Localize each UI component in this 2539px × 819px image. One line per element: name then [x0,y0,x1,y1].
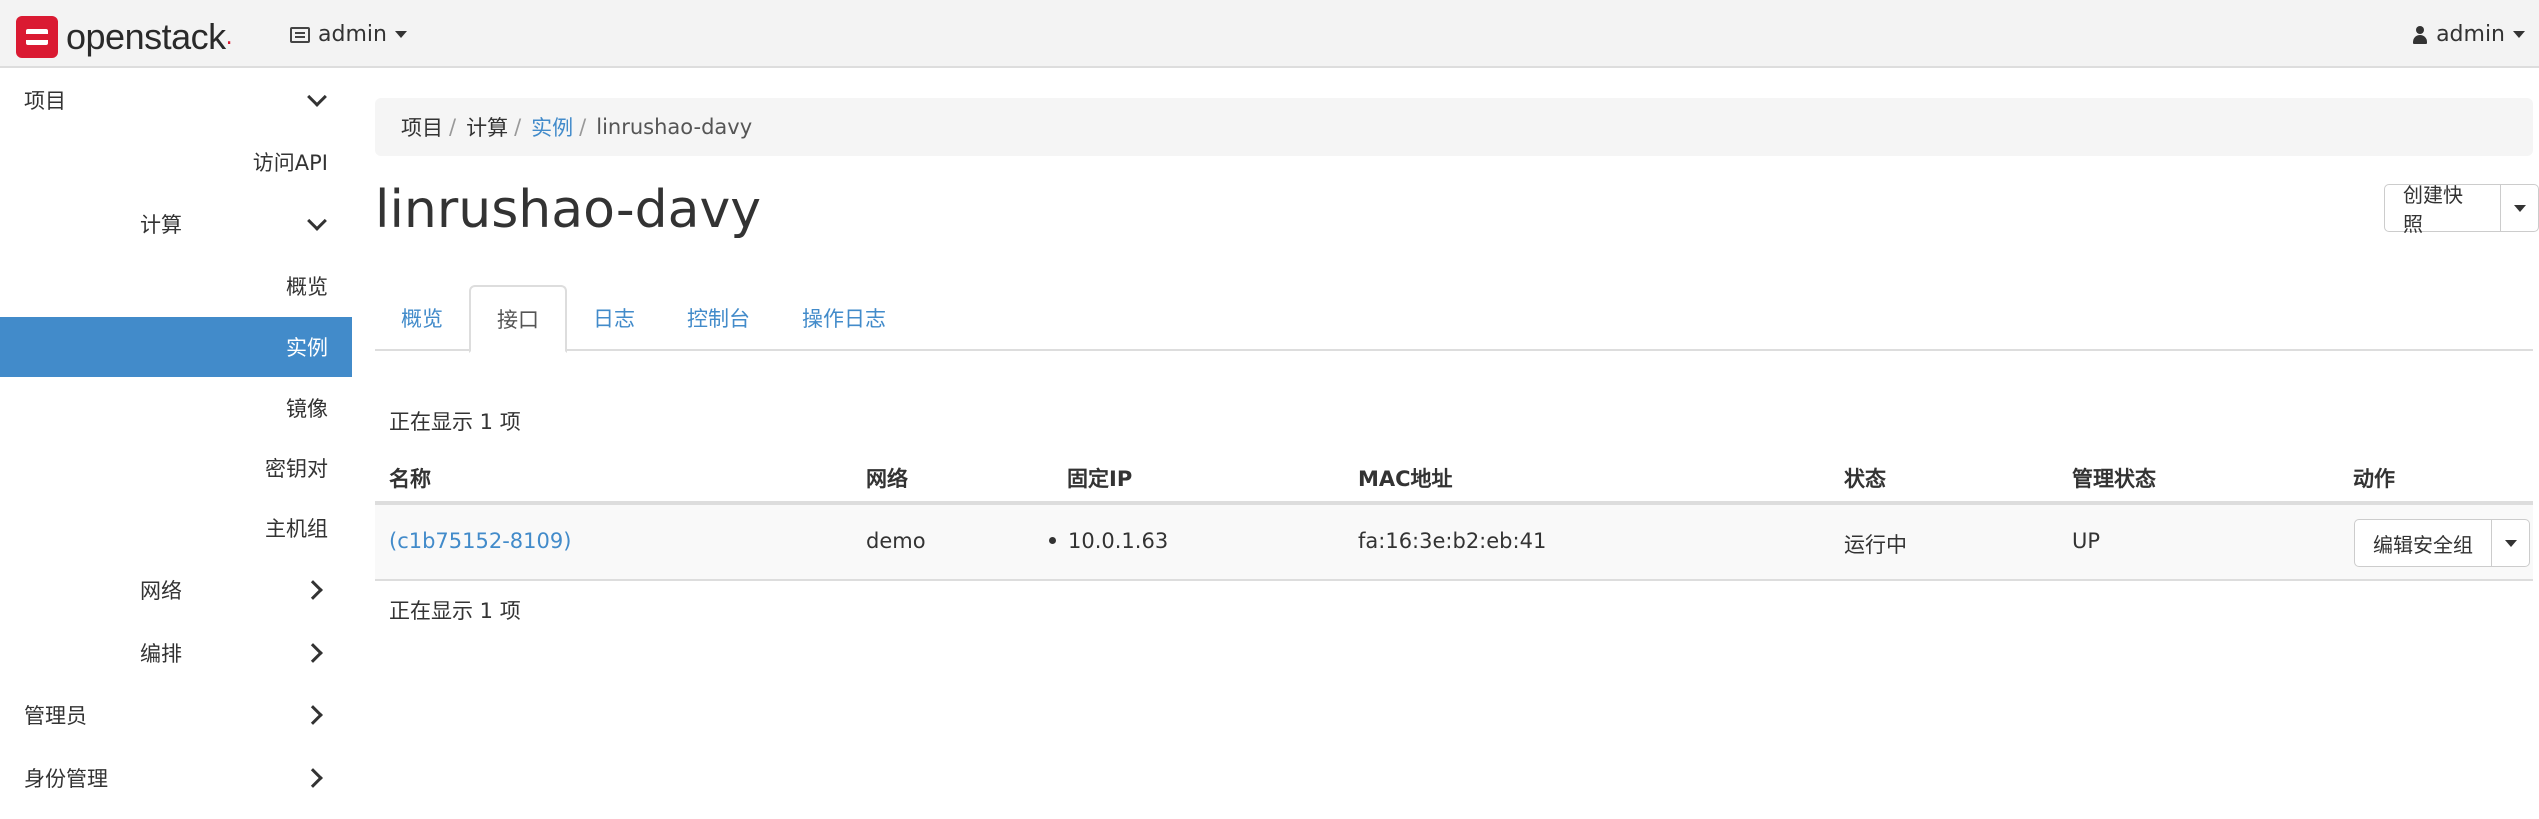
breadcrumb-item-instances[interactable]: 实例 [531,112,573,142]
breadcrumb-item-compute: 计算 [466,116,509,140]
column-header-name[interactable]: 名称 [389,463,431,493]
port-name-link[interactable]: (c1b75152-8109) [389,529,571,553]
breadcrumb-separator: / [514,115,522,139]
sidebar-item-identity[interactable]: 身份管理 [0,748,352,808]
page-title: linrushao-davy [375,180,762,240]
instance-tabs: 概览 接口 日志 控制台 操作日志 [375,285,2533,353]
logo-dot: . [225,24,233,50]
project-list-icon [290,26,310,43]
column-header-status[interactable]: 状态 [1844,463,1886,493]
chevron-down-icon [307,87,327,107]
fixed-ip-cell: 10.0.1.63 [1049,529,1168,553]
caret-down-icon [2513,204,2526,212]
sidebar-item-key-pairs[interactable]: 密钥对 [0,438,352,498]
edit-security-groups-button[interactable]: 编辑安全组 [2354,519,2492,567]
chevron-right-icon [303,768,323,788]
network-cell: demo [866,529,926,553]
sidebar-item-label: 身份管理 [24,767,108,791]
chevron-right-icon [303,643,323,663]
sidebar-item-project[interactable]: 项目 [0,70,352,130]
column-header-actions: 动作 [2353,467,2395,491]
sidebar-item-instances[interactable]: 实例 [0,317,352,377]
breadcrumb-item-project: 项目 [401,116,443,140]
table-header: 名称 网络 固定IP MAC地址 状态 管理状态 动作 [375,455,2533,505]
sidebar-item-label: 编排 [140,642,182,666]
create-snapshot-button-group: 创建快照 [2384,183,2539,236]
column-header-fixed-ip[interactable]: 固定IP [1067,463,1132,493]
table-row: (c1b75152-8109) demo 10.0.1.63 fa:16:3e:… [375,505,2533,581]
project-dropdown[interactable]: admin [290,22,407,47]
logo-text: openstack [66,16,226,57]
sidebar-item-label: 实例 [286,336,328,360]
project-dropdown-label: admin [318,22,387,47]
chevron-down-icon [307,211,327,231]
row-actions-toggle[interactable] [2492,519,2530,567]
sidebar-item-label: 管理员 [24,704,87,728]
top-navbar: openstack. admin admin [0,0,2539,68]
breadcrumb-item-current: linrushao-davy [596,115,753,139]
openstack-logo-icon [16,16,58,58]
chevron-right-icon [303,705,323,725]
caret-down-icon [394,31,407,38]
user-icon [2412,25,2428,44]
fixed-ip-value: 10.0.1.63 [1068,529,1169,553]
sidebar-item-server-groups[interactable]: 主机组 [0,498,352,558]
sidebar-item-label: 密钥对 [265,457,328,481]
sidebar-item-label: 计算 [140,213,182,237]
sidebar-item-overview[interactable]: 概览 [0,256,352,316]
mac-cell: fa:16:3e:b2:eb:41 [1358,529,1547,553]
sidebar-item-label: 镜像 [286,397,328,421]
tab-interfaces[interactable]: 接口 [469,285,567,353]
sidebar-item-access-api[interactable]: 访问API [0,132,352,192]
snapshot-actions-toggle[interactable] [2501,184,2539,232]
create-snapshot-button[interactable]: 创建快照 [2384,183,2502,236]
sidebar-item-compute[interactable]: 计算 [0,194,352,254]
sidebar-item-images[interactable]: 镜像 [0,378,352,438]
caret-down-icon [2504,539,2517,547]
row-actions-button-group: 编辑安全组 [2354,519,2530,567]
breadcrumb-separator: / [579,115,587,139]
breadcrumb: 项目 / 计算 / 实例 / linrushao-davy [375,98,2533,156]
sidebar-item-orchestration[interactable]: 编排 [0,623,352,683]
admin-state-cell: UP [2072,529,2101,553]
breadcrumb-separator: / [449,115,457,139]
sidebar-item-admin[interactable]: 管理员 [0,685,352,745]
sidebar-item-label: 访问API [252,151,328,175]
bullet-icon [1049,536,1056,544]
item-count-bottom: 正在显示 1 项 [389,599,521,623]
column-header-network[interactable]: 网络 [866,463,908,493]
tab-overview[interactable]: 概览 [375,285,469,351]
column-header-mac[interactable]: MAC地址 [1358,463,1453,493]
caret-down-icon [2513,31,2525,38]
sidebar-item-label: 概览 [286,275,328,299]
chevron-right-icon [303,580,323,600]
interfaces-table: 名称 网络 固定IP MAC地址 状态 管理状态 动作 (c1b75152-81… [375,455,2533,581]
user-dropdown[interactable]: admin [2412,22,2525,47]
tab-action-log[interactable]: 操作日志 [776,285,912,351]
sidebar: 项目 访问API 计算 概览 实例 镜像 密钥对 主机组 网络 编排 管理员 身… [0,70,352,819]
tab-console[interactable]: 控制台 [661,285,776,351]
sidebar-item-label: 网络 [140,579,182,603]
sidebar-item-label: 主机组 [265,517,328,541]
user-dropdown-label: admin [2436,22,2505,47]
item-count-top: 正在显示 1 项 [389,410,521,434]
openstack-logo[interactable]: openstack. [16,16,233,58]
sidebar-item-network[interactable]: 网络 [0,560,352,620]
sidebar-item-label: 项目 [24,89,66,113]
status-cell: 运行中 [1844,533,1907,557]
column-header-admin-state[interactable]: 管理状态 [2072,463,2156,493]
tab-log[interactable]: 日志 [567,285,661,351]
